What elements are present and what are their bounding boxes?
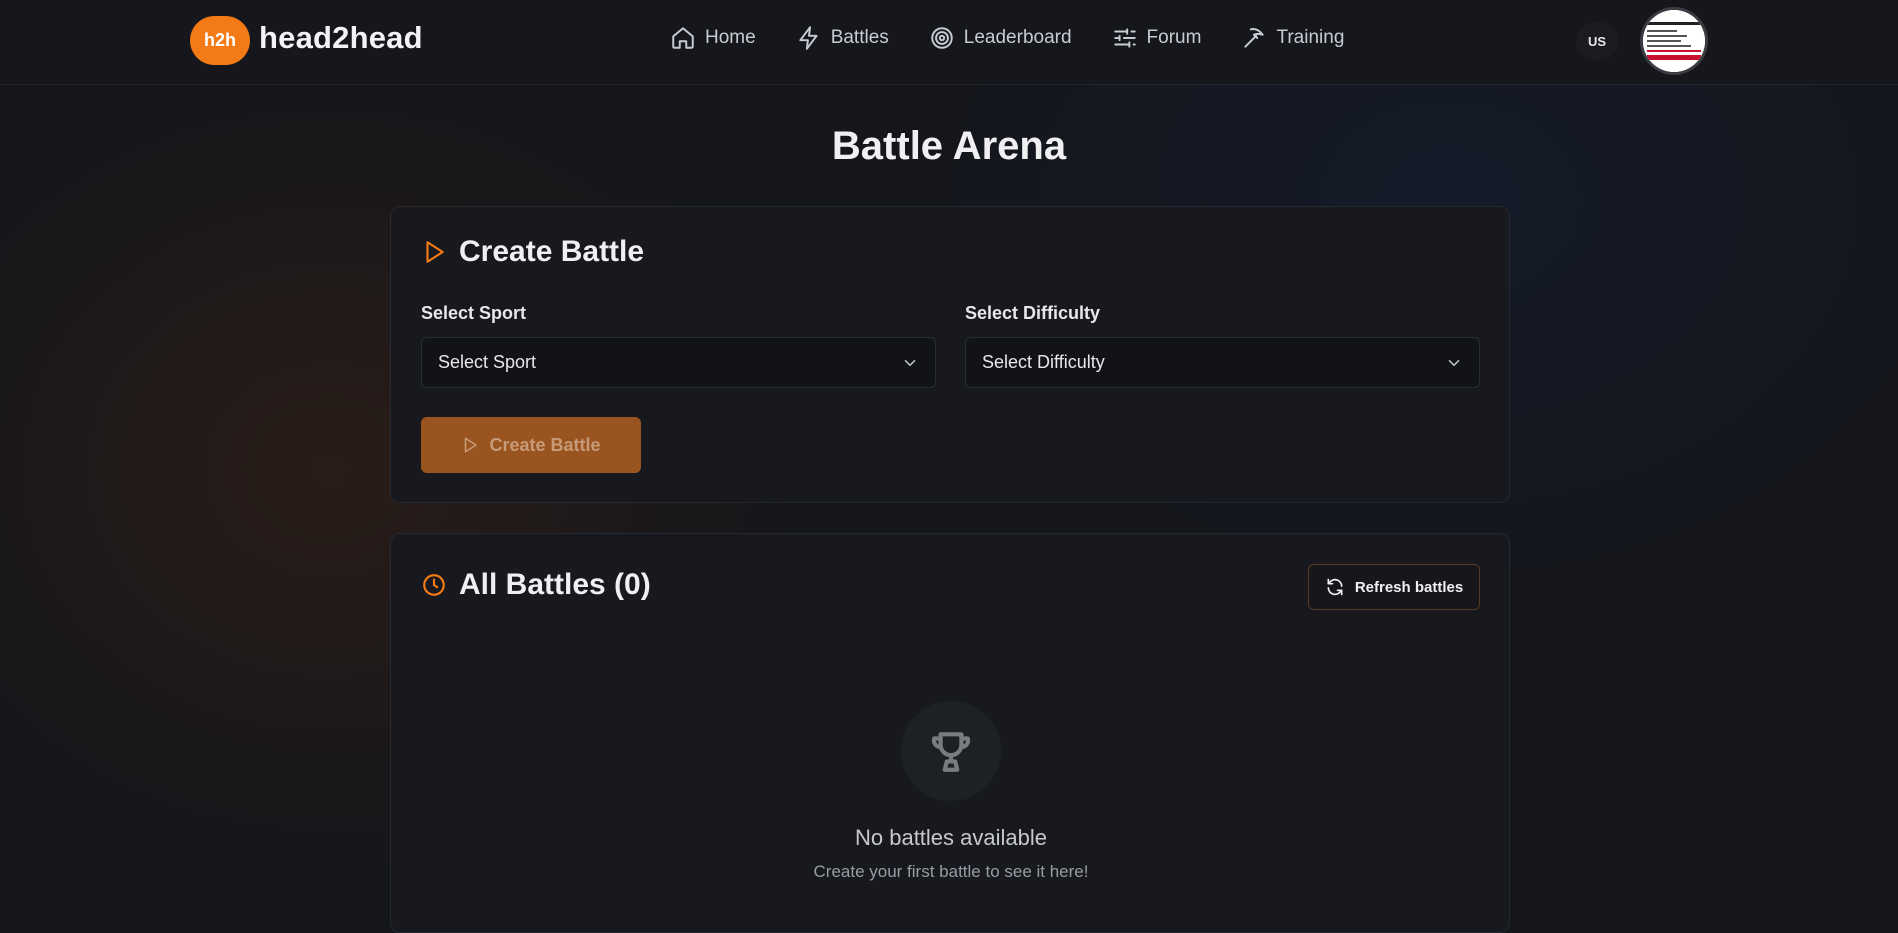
nav-item-label: Forum xyxy=(1146,27,1202,48)
refresh-icon xyxy=(1327,578,1343,596)
pickaxe-icon xyxy=(1244,28,1265,48)
chevron-down-icon xyxy=(1448,359,1460,366)
nav-item-label: Home xyxy=(705,27,756,48)
refresh-battles-button[interactable]: Refresh battles xyxy=(1308,564,1480,610)
sport-select-value: Select Sport xyxy=(438,352,537,372)
avatar-image xyxy=(1643,10,1705,72)
trophy-icon xyxy=(931,732,971,772)
create-battle-header: Create Battle xyxy=(421,235,644,269)
page-title: Battle Arena xyxy=(831,124,1067,168)
lightning-icon xyxy=(799,26,818,50)
create-battle-button-label: Create Battle xyxy=(489,434,601,455)
create-battle-title: Create Battle xyxy=(459,235,645,268)
create-battle-card: Create Battle Select Sport Select Sport … xyxy=(390,206,1510,503)
target-icon xyxy=(931,27,953,49)
logo-text[interactable]: head2head xyxy=(259,20,423,56)
play-icon xyxy=(426,241,444,263)
nav-item-label: Leaderboard xyxy=(963,27,1072,48)
difficulty-label: Select Difficulty xyxy=(965,303,1101,323)
logo-badge[interactable]: h2h xyxy=(190,16,250,65)
create-battle-button[interactable]: Create Battle xyxy=(421,417,641,473)
main-nav: Home Battles Leaderboard Forum Training xyxy=(670,25,1384,51)
nav-item-label: Battles xyxy=(830,27,889,48)
nav-item-battles[interactable]: Battles xyxy=(796,25,889,51)
all-battles-title: All Battles (0) xyxy=(459,568,651,601)
user-avatar[interactable] xyxy=(1640,7,1708,75)
difficulty-select-value: Select Difficulty xyxy=(982,352,1105,372)
difficulty-select[interactable]: Select Difficulty xyxy=(965,337,1480,388)
top-navbar: h2h head2head Home Battles Leaderboard F… xyxy=(0,0,1898,85)
home-icon xyxy=(672,27,694,49)
nav-item-forum[interactable]: Forum xyxy=(1112,25,1202,51)
nav-item-training[interactable]: Training xyxy=(1241,25,1344,51)
language-selector[interactable]: US xyxy=(1576,22,1618,60)
sport-label: Select Sport xyxy=(421,303,527,323)
sport-select[interactable]: Select Sport xyxy=(421,337,936,388)
empty-state-icon-wrap xyxy=(901,701,1001,801)
all-battles-header: All Battles (0) xyxy=(421,568,651,602)
clock-icon xyxy=(423,574,445,596)
empty-state-title: No battles available xyxy=(854,825,1047,850)
nav-item-leaderboard[interactable]: Leaderboard xyxy=(929,25,1072,51)
empty-state-subtitle: Create your first battle to see it here! xyxy=(813,862,1089,881)
play-icon xyxy=(465,437,478,453)
all-battles-card: All Battles (0) Refresh battles No battl… xyxy=(390,533,1510,933)
refresh-battles-label: Refresh battles xyxy=(1354,578,1464,596)
nav-item-home[interactable]: Home xyxy=(670,25,756,51)
chevron-down-icon xyxy=(904,359,916,366)
nav-item-label: Training xyxy=(1276,27,1345,48)
sliders-icon xyxy=(1113,28,1136,48)
